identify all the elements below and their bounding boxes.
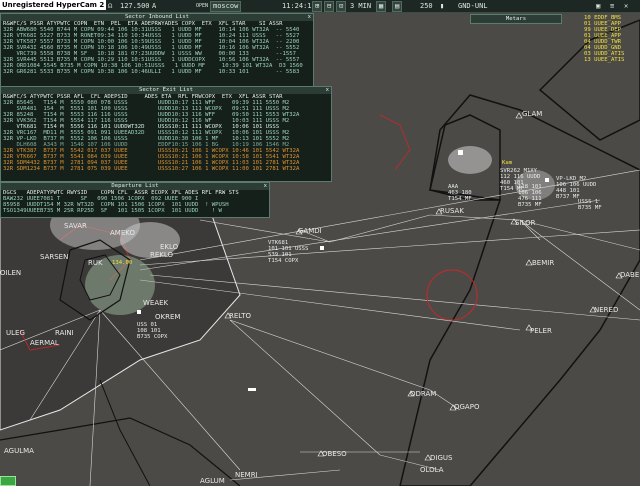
window-icon[interactable]: ▣ [596,0,600,12]
aircraft-tag[interactable]: Kam [502,160,512,166]
window-title[interactable]: Departure List [1,183,269,190]
waypoint-ameko: AMEKO [110,229,135,237]
clock: 11:24:15 [282,2,316,10]
terminal-clutter [448,146,492,174]
close-icon[interactable]: x [264,183,267,189]
altitude-filter[interactable]: 250 [420,0,433,12]
status-indicator[interactable] [0,476,16,486]
list-body: 32R 85645 T154 M 5550 080 078 USSS UUDD1… [1,100,331,172]
table-row[interactable]: 32R SDM1234 B737 M 2781 075 039 UUEE USS… [1,166,331,172]
layers-icon[interactable]: ≡ [610,0,614,12]
waypoint-dabe: DABE [620,271,640,279]
filter-icon[interactable]: ▮ [440,0,444,12]
waypoint-nemri: NEMRI [235,471,258,479]
atc-radar-screen: GLAM RUSAK SILOR BEMIR DABE NERED PELER … [0,0,640,486]
aircraft-tag[interactable]: 118 101 106 106 476 111 B735 MF [518,184,542,208]
toolbar-button-2[interactable]: ⊟ [324,1,335,12]
waypoint-ogapo: OGAPO [454,403,480,411]
list-body: BAW232 UUEE7081 T SF 090 1506 1COPX 092 … [1,196,269,214]
waypoint-sarsen: SARSEN [40,253,69,261]
waypoint-nered: NERED [594,306,619,314]
toolbar-button-3[interactable]: ⊡ [336,1,347,12]
waypoint-peler: PELER [530,327,552,335]
aircraft-tag[interactable]: USS 01 108 101 B735 COPX [137,322,167,340]
aircraft-tag[interactable]: USSS 1 B735 MF [578,199,602,211]
waypoint-olola: OLOLA [420,466,444,474]
sector-exit-list[interactable]: Sector Exit List x R&WFC/S ATYPWTC PSSR … [0,86,332,182]
waypoint-aermal: AERMAL [30,339,59,347]
close-icon[interactable]: x [308,14,311,20]
waypoint-agulma: AGULMA [4,447,34,455]
aircraft-tag[interactable]: VTK681 101 101 USSS 539 101 T154 COPX [268,240,308,264]
waypoint-relto: RELTO [229,312,252,320]
close-icon[interactable]: x [326,87,329,93]
waypoint-bemir: BEMIR [532,259,555,267]
waypoint-aglum: AGLUM [200,477,225,485]
sector-inbound-list[interactable]: Sector Inbound List x R&WFC/S PSSR ATYPW… [0,13,314,87]
close-icon[interactable]: ✕ [624,0,628,12]
waypoint-odram: ODRAM [410,390,437,398]
toolbar-button-4[interactable]: ▦ [376,1,387,12]
window-title[interactable]: Sector Exit List [1,87,331,94]
table-row[interactable]: 32R GR6281 5533 B735 M COPN 10:38 106 10… [1,69,313,75]
atc-station-list[interactable]: 10 EDDF_BMS 01 UUEE_APP 99 UUEE_DEP 01 UUEE… [584,15,640,63]
headset-icon[interactable]: ☊ [108,0,112,12]
departure-list[interactable]: Departure List x DGCS ADEPATYPWTC RWYSID… [0,182,270,218]
list-body: 32R ABW680 5540 B744 M COPN 09:44 106 10… [1,27,313,75]
aircraft-tag[interactable]: AAA 463 180 T154 MF [448,184,472,202]
timer-label[interactable]: 3 MIN [350,0,371,12]
waypoint-raini: RAINI [55,329,74,337]
waypoint-gamdi: GAMDI [298,227,322,235]
waypoint-oilen: OILEN [0,269,22,277]
waypoint-glam: GLAM [522,110,543,118]
frequency-readout[interactable]: 127.500 [120,0,150,12]
waypoint-digus: DIGUS [430,454,453,462]
a-button[interactable]: A [152,0,156,12]
window-title[interactable]: Sector Inbound List [1,14,313,21]
sector-label: OPEN [196,3,209,9]
aircraft-tag[interactable]: VP-LKD M2 106 106 UUDD 448 101 B737 MF [556,176,596,200]
ground-filter[interactable]: GND-UNL [458,0,488,12]
waypoint-rusak: RUSAK [440,207,464,215]
metars-window[interactable]: Metars [470,14,562,24]
waypoint-savar: SAVAR [64,222,87,230]
waypoint-reklo: REKLO [150,251,174,259]
recorder-watermark: Unregistered HyperCam 2 [0,0,107,10]
table-row[interactable]: TSO1349UUEEB735 M 25R RP25D SF 101 1505 … [1,208,269,214]
toolbar-button-1[interactable]: ⊞ [312,1,323,12]
list-item[interactable]: 13 UUEE_ATIS [584,57,640,63]
waypoint-ruk: RUK [88,259,103,267]
waypoint-silor: SILOR [515,219,536,227]
waypoint-okrem: OKREM [155,313,181,321]
waypoint-weaek: WEAEK [143,299,169,307]
sector-selector[interactable]: moscow [210,1,242,12]
waypoint-obeso: OBESO [322,450,347,458]
waypoint-uleg: ULEG [6,329,25,337]
waypoint-eklo: EKLO [160,243,179,251]
aircraft-tag[interactable]: 134.00 [112,260,132,266]
toolbar-button-5[interactable]: ▤ [392,1,403,12]
